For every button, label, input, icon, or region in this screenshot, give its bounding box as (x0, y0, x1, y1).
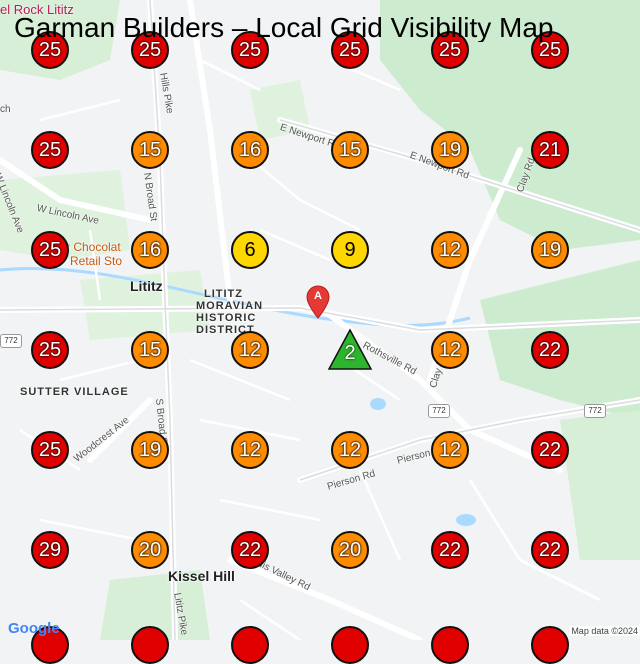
route-772-shield-east: 772 (584, 404, 606, 418)
grid-rank-marker[interactable]: 22 (231, 531, 269, 569)
grid-rank-marker[interactable] (531, 626, 569, 664)
grid-rank-marker[interactable]: 19 (431, 131, 469, 169)
grid-rank-marker[interactable]: 19 (131, 431, 169, 469)
grid-rank-marker[interactable] (131, 626, 169, 664)
map-title: Garman Builders – Local Grid Visibility … (14, 14, 554, 42)
historic-district-line-1: LITITZ (204, 288, 243, 300)
route-772-shield-center: 772 (428, 404, 450, 418)
historic-district-line-2: MORAVIAN (196, 300, 264, 312)
grid-rank-marker[interactable]: 22 (431, 531, 469, 569)
grid-rank-marker[interactable]: 20 (331, 531, 369, 569)
grid-rank-marker[interactable]: 20 (131, 531, 169, 569)
grid-rank-marker[interactable]: 9 (331, 231, 369, 269)
route-772-shield-west: 772 (0, 334, 22, 348)
grid-rank-marker[interactable]: 21 (531, 131, 569, 169)
location-pin-label: A (314, 290, 322, 302)
grid-rank-marker[interactable]: 16 (131, 231, 169, 269)
grid-rank-marker[interactable]: 15 (131, 331, 169, 369)
chocolate-poi-label[interactable]: r Chocolat (66, 240, 121, 254)
grid-rank-marker[interactable]: 22 (531, 431, 569, 469)
grid-rank-marker[interactable]: 29 (31, 531, 69, 569)
map-data-credit[interactable]: Map data ©2024 (569, 626, 640, 636)
grid-rank-marker[interactable]: 12 (431, 231, 469, 269)
grid-rank-marker[interactable]: 12 (231, 431, 269, 469)
grid-rank-marker[interactable]: 12 (231, 331, 269, 369)
grid-rank-marker[interactable]: 22 (531, 531, 569, 569)
grid-rank-marker[interactable]: 25 (31, 431, 69, 469)
grid-rank-marker[interactable]: 12 (431, 431, 469, 469)
church-label: ch (0, 104, 11, 115)
grid-rank-marker[interactable]: 12 (331, 431, 369, 469)
sutter-village-label: SUTTER VILLAGE (20, 386, 129, 398)
center-rank-value: 2 (344, 342, 356, 364)
grid-rank-marker[interactable]: 15 (331, 131, 369, 169)
grid-rank-marker[interactable]: 12 (431, 331, 469, 369)
kissel-hill-label: Kissel Hill (168, 568, 235, 584)
center-location-triangle-icon[interactable]: 2 (327, 328, 373, 370)
grid-rank-marker[interactable]: 19 (531, 231, 569, 269)
historic-district-line-3: HISTORIC (196, 312, 257, 324)
grid-rank-marker[interactable]: 25 (31, 231, 69, 269)
grid-rank-marker[interactable]: 25 (31, 331, 69, 369)
google-logo-text: Google (8, 620, 60, 637)
lititz-town-label: Lititz (130, 278, 163, 294)
grid-rank-marker[interactable] (231, 626, 269, 664)
grid-rank-marker[interactable]: 25 (31, 131, 69, 169)
grid-rank-marker[interactable]: 15 (131, 131, 169, 169)
grid-rank-marker[interactable]: 6 (231, 231, 269, 269)
grid-rank-marker[interactable] (431, 626, 469, 664)
google-logo: Google (8, 620, 60, 637)
grid-rank-marker[interactable] (331, 626, 369, 664)
retail-store-poi-label[interactable]: Retail Sto (70, 254, 122, 268)
grid-rank-marker[interactable]: 16 (231, 131, 269, 169)
grid-rank-marker[interactable]: 22 (531, 331, 569, 369)
